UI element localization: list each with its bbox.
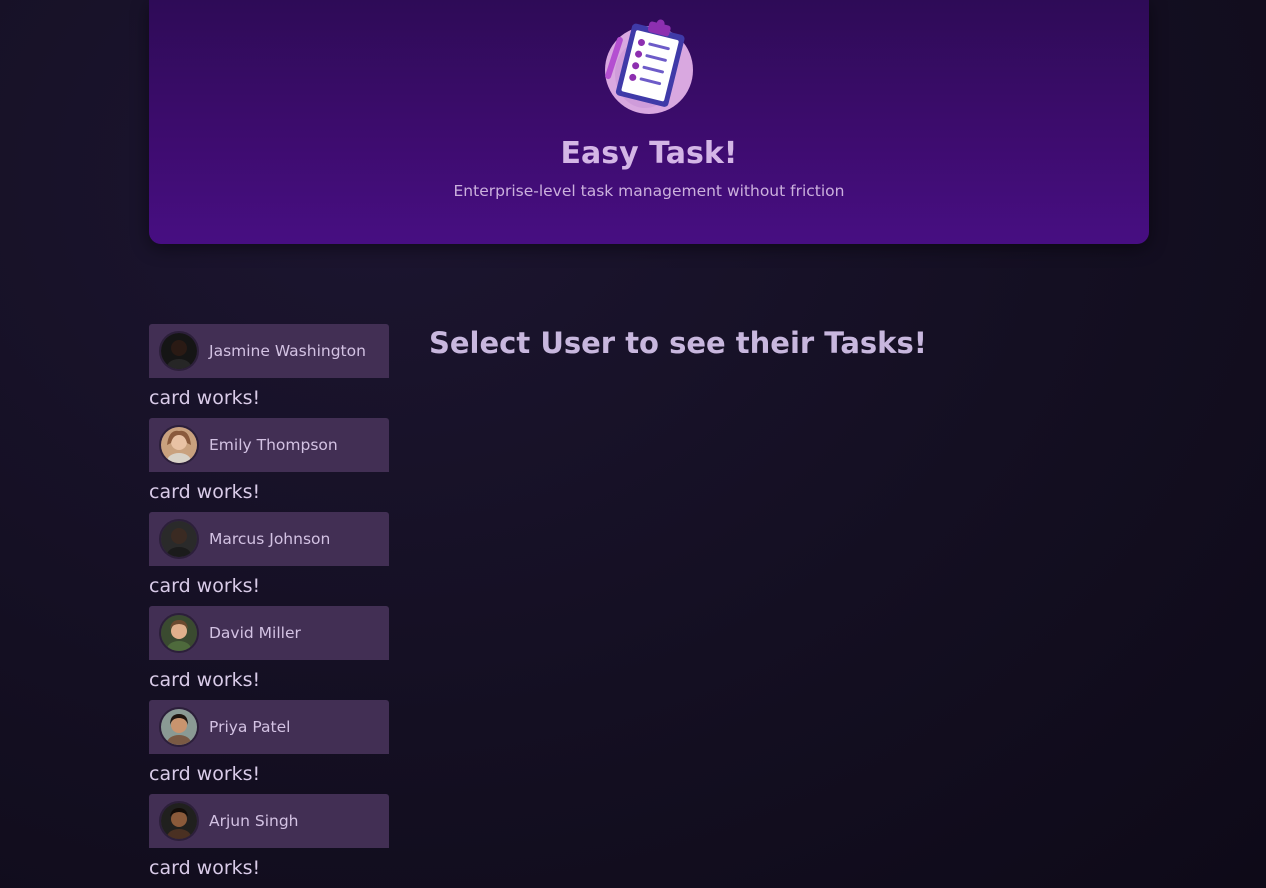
user-name: David Miller xyxy=(209,624,301,642)
card-note: card works! xyxy=(149,669,261,691)
user-card-emily-thompson[interactable]: Emily Thompson xyxy=(149,418,389,472)
user-card-david-miller[interactable]: David Miller xyxy=(149,606,389,660)
user-list: Jasmine Washington card works! Emily Tho… xyxy=(149,324,389,888)
user-entry: Marcus Johnson card works! xyxy=(149,512,389,606)
card-note: card works! xyxy=(149,763,261,785)
avatar-face xyxy=(171,528,187,544)
avatar xyxy=(159,331,199,371)
select-user-prompt: Select User to see their Tasks! xyxy=(429,326,927,360)
avatar xyxy=(159,519,199,559)
avatar xyxy=(159,801,199,841)
avatar xyxy=(159,425,199,465)
card-note: card works! xyxy=(149,481,261,503)
app-header: Easy Task! Enterprise-level task managem… xyxy=(149,0,1149,244)
app-title: Easy Task! xyxy=(560,136,738,171)
user-name: Jasmine Washington xyxy=(209,342,366,360)
app-subtitle: Enterprise-level task management without… xyxy=(453,182,845,200)
avatar-face xyxy=(171,340,187,356)
card-note: card works! xyxy=(149,387,261,409)
user-card-priya-patel[interactable]: Priya Patel xyxy=(149,700,389,754)
user-entry: David Miller card works! xyxy=(149,606,389,700)
user-entry: Emily Thompson card works! xyxy=(149,418,389,512)
user-entry: Priya Patel card works! xyxy=(149,700,389,794)
user-name: Emily Thompson xyxy=(209,436,338,454)
user-card-jasmine-washington[interactable]: Jasmine Washington xyxy=(149,324,389,378)
user-name: Marcus Johnson xyxy=(209,530,331,548)
user-name: Arjun Singh xyxy=(209,812,299,830)
user-entry: Arjun Singh card works! xyxy=(149,794,389,888)
user-card-marcus-johnson[interactable]: Marcus Johnson xyxy=(149,512,389,566)
avatar xyxy=(159,613,199,653)
user-card-arjun-singh[interactable]: Arjun Singh xyxy=(149,794,389,848)
user-name: Priya Patel xyxy=(209,718,291,736)
user-entry: Jasmine Washington card works! xyxy=(149,324,389,418)
card-note: card works! xyxy=(149,575,261,597)
clipboard-task-list-icon xyxy=(599,14,699,118)
avatar xyxy=(159,707,199,747)
card-note: card works! xyxy=(149,857,261,879)
